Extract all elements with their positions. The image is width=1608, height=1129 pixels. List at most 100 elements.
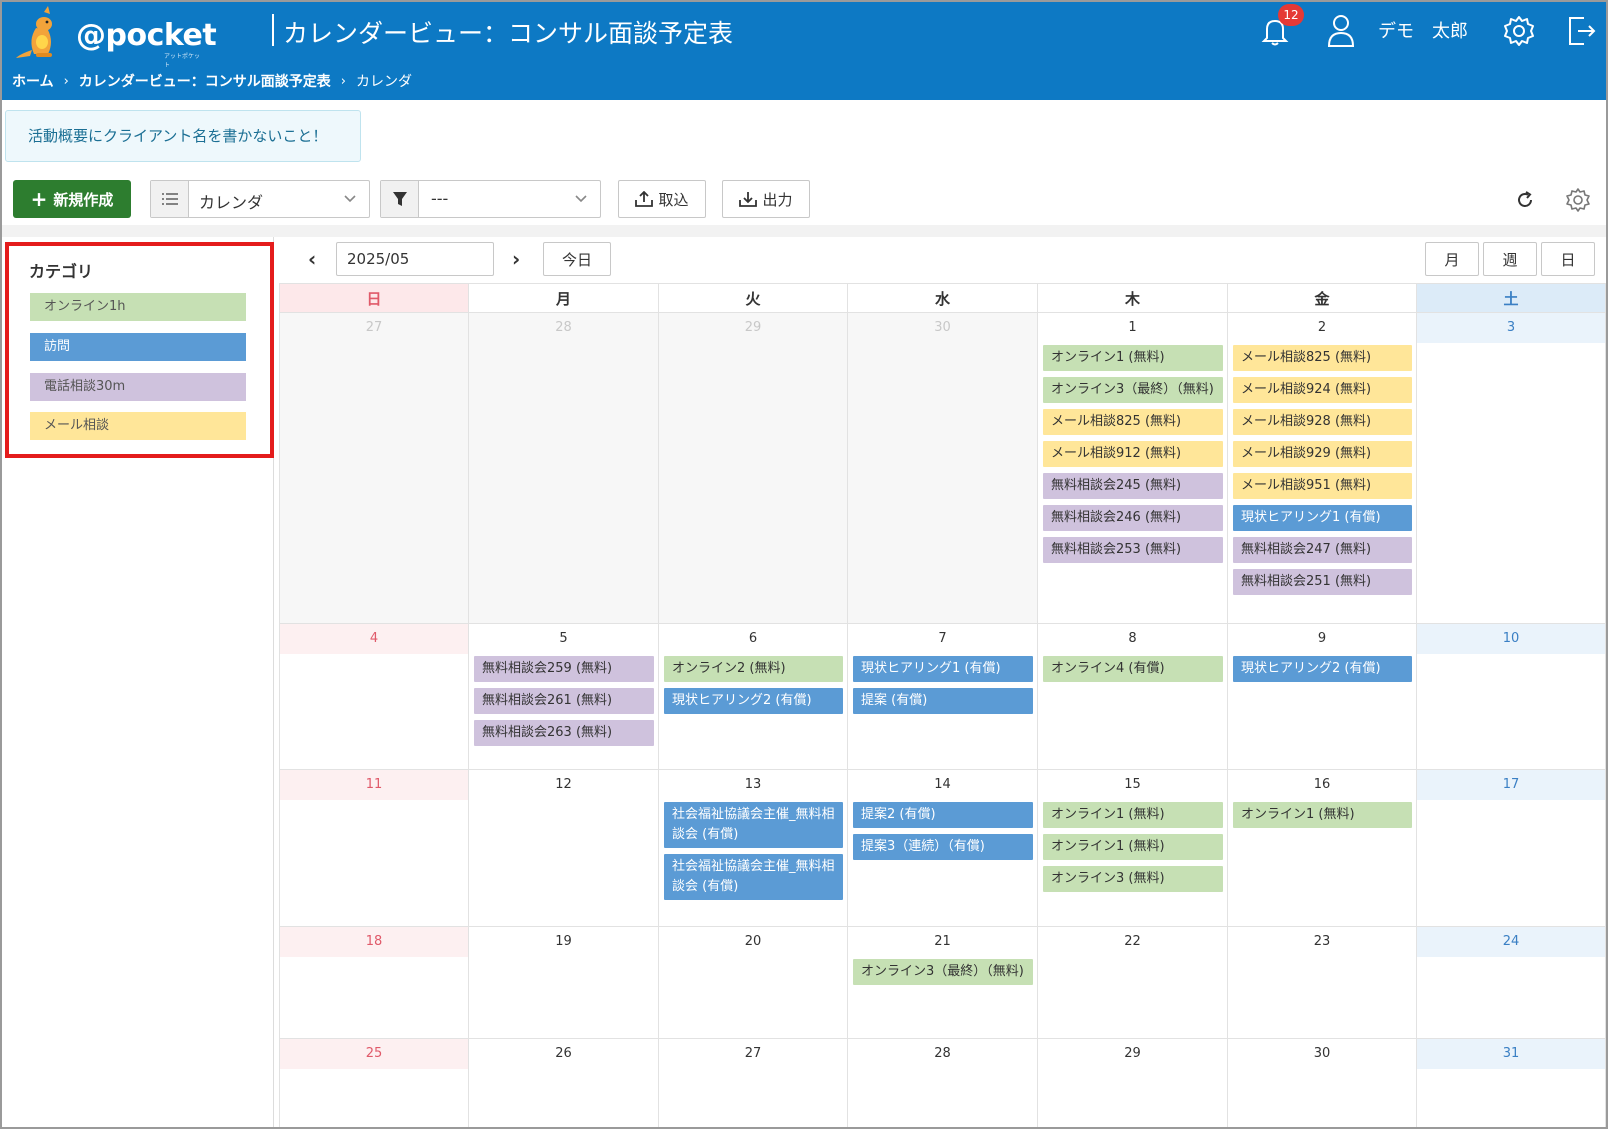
day-cell[interactable]: 1 オンライン1 (無料) オンライン3（最終）（無料) メール相談825 (無料) メ…: [1038, 313, 1228, 624]
calendar-event[interactable]: オンライン3（最終）（無料): [853, 959, 1033, 985]
category-visit[interactable]: 訪問: [30, 333, 246, 361]
calendar-event[interactable]: オンライン1 (無料): [1043, 345, 1223, 371]
calendar-event[interactable]: メール相談825 (無料): [1233, 345, 1412, 371]
day-cell[interactable]: 17: [1417, 770, 1606, 927]
calendar-event[interactable]: 無料相談会263 (無料): [474, 720, 654, 746]
filter-select[interactable]: ---: [380, 180, 601, 218]
calendar-event[interactable]: 現状ヒアリング1 (有償): [1233, 505, 1412, 531]
day-cell[interactable]: 18: [279, 927, 469, 1039]
month-view-button[interactable]: 月: [1425, 242, 1479, 276]
day-number: 28: [555, 320, 572, 335]
calendar-event[interactable]: 現状ヒアリング2 (有償): [1233, 656, 1412, 682]
calendar-event[interactable]: メール相談924 (無料): [1233, 377, 1412, 403]
calendar-event[interactable]: 現状ヒアリング1 (有償): [853, 656, 1033, 682]
category-phone-30m[interactable]: 電話相談30m: [30, 373, 246, 401]
day-cell[interactable]: 30: [1228, 1039, 1417, 1127]
calendar-event[interactable]: オンライン1 (無料): [1043, 802, 1223, 828]
calendar-event[interactable]: メール相談928 (無料): [1233, 409, 1412, 435]
today-button[interactable]: 今日: [543, 242, 611, 276]
next-month-icon[interactable]: ›: [512, 247, 520, 271]
day-cell[interactable]: 5 無料相談会259 (無料) 無料相談会261 (無料) 無料相談会263 (無料): [469, 624, 659, 770]
day-cell[interactable]: 27: [279, 313, 469, 624]
day-number: 3: [1417, 313, 1605, 343]
day-cell[interactable]: 3: [1417, 313, 1606, 624]
day-cell[interactable]: 27: [659, 1039, 848, 1127]
day-cell[interactable]: 28: [848, 1039, 1038, 1127]
day-cell[interactable]: 2 メール相談825 (無料) メール相談924 (無料) メール相談928 (無料)…: [1228, 313, 1417, 624]
calendar-event[interactable]: 社会福祉協議会主催_無料相談会 (有償): [664, 802, 843, 848]
day-cell[interactable]: 16 オンライン1 (無料): [1228, 770, 1417, 927]
month-input[interactable]: 2025/05: [336, 242, 494, 276]
calendar-event[interactable]: メール相談929 (無料): [1233, 441, 1412, 467]
logout-icon[interactable]: [1564, 14, 1598, 48]
day-cell[interactable]: 9 現状ヒアリング2 (有償): [1228, 624, 1417, 770]
calendar-event[interactable]: オンライン1 (無料): [1233, 802, 1412, 828]
day-cell[interactable]: 23: [1228, 927, 1417, 1039]
day-view-button[interactable]: 日: [1541, 242, 1595, 276]
day-cell[interactable]: 10: [1417, 624, 1606, 770]
day-number: 29: [1124, 1046, 1141, 1061]
day-cell[interactable]: 28: [469, 313, 659, 624]
calendar-event[interactable]: 無料相談会253 (無料): [1043, 537, 1223, 563]
day-cell[interactable]: 14 提案2 (有償) 提案3（連続）（有償): [848, 770, 1038, 927]
day-number: 26: [555, 1046, 572, 1061]
calendar-event[interactable]: メール相談825 (無料): [1043, 409, 1223, 435]
category-mail[interactable]: メール相談: [30, 412, 246, 440]
day-cell[interactable]: 24: [1417, 927, 1606, 1039]
day-number: 19: [555, 934, 572, 949]
view-select-value: カレンダ: [199, 193, 264, 212]
calendar-event[interactable]: メール相談912 (無料): [1043, 441, 1223, 467]
week-view-button[interactable]: 週: [1483, 242, 1537, 276]
prev-month-icon[interactable]: ‹: [308, 247, 316, 271]
day-cell[interactable]: 30: [848, 313, 1038, 624]
import-button[interactable]: 取込: [618, 180, 706, 218]
notice-banner: 活動概要にクライアント名を書かないこと！: [5, 110, 361, 162]
day-cell[interactable]: 29: [659, 313, 848, 624]
calendar-event[interactable]: 無料相談会261 (無料): [474, 688, 654, 714]
calendar-event[interactable]: 現状ヒアリング2 (有償): [664, 688, 843, 714]
day-cell[interactable]: 4: [279, 624, 469, 770]
day-cell[interactable]: 12: [469, 770, 659, 927]
calendar-event[interactable]: 無料相談会246 (無料): [1043, 505, 1223, 531]
day-cell[interactable]: 11: [279, 770, 469, 927]
day-cell[interactable]: 19: [469, 927, 659, 1039]
calendar-event[interactable]: オンライン1 (無料): [1043, 834, 1223, 860]
day-cell[interactable]: 20: [659, 927, 848, 1039]
breadcrumb-calendar-view[interactable]: カレンダービュー：コンサル面談予定表: [79, 71, 331, 91]
calendar-event[interactable]: オンライン3 (無料): [1043, 866, 1223, 892]
view-select[interactable]: カレンダ: [150, 180, 370, 218]
day-cell[interactable]: 21 オンライン3（最終）（無料): [848, 927, 1038, 1039]
export-button[interactable]: 出力: [722, 180, 810, 218]
calendar-event[interactable]: メール相談951 (無料): [1233, 473, 1412, 499]
day-cell[interactable]: 26: [469, 1039, 659, 1127]
category-online-1h[interactable]: オンライン1h: [30, 293, 246, 321]
breadcrumb-home[interactable]: ホーム: [12, 71, 54, 91]
calendar-event[interactable]: 無料相談会247 (無料): [1233, 537, 1412, 563]
settings-gear-icon[interactable]: [1565, 187, 1591, 213]
day-cell[interactable]: 15 オンライン1 (無料) オンライン1 (無料) オンライン3 (無料): [1038, 770, 1228, 927]
app-logo[interactable]: @pocket アットポケット: [14, 6, 217, 69]
calendar-event[interactable]: 無料相談会251 (無料): [1233, 569, 1412, 595]
day-cell[interactable]: 13 社会福祉協議会主催_無料相談会 (有償) 社会福祉協議会主催_無料相談会 (有…: [659, 770, 848, 927]
calendar-event[interactable]: 提案3（連続）（有償): [853, 834, 1033, 860]
day-cell[interactable]: 29: [1038, 1039, 1228, 1127]
calendar-event[interactable]: オンライン2 (無料): [664, 656, 843, 682]
calendar-event[interactable]: 提案2 (有償): [853, 802, 1033, 828]
calendar-event[interactable]: 社会福祉協議会主催_無料相談会 (有償): [664, 854, 843, 900]
calendar-event[interactable]: 無料相談会245 (無料): [1043, 473, 1223, 499]
new-button[interactable]: + 新規作成: [13, 180, 131, 218]
calendar-event[interactable]: オンライン3（最終）（無料): [1043, 377, 1223, 403]
user-icon[interactable]: [1326, 12, 1356, 48]
gear-icon[interactable]: [1502, 14, 1536, 48]
day-cell[interactable]: 31: [1417, 1039, 1606, 1127]
calendar-event[interactable]: 無料相談会259 (無料): [474, 656, 654, 682]
day-cell[interactable]: 7 現状ヒアリング1 (有償) 提案 (有償): [848, 624, 1038, 770]
calendar-event[interactable]: 提案 (有償): [853, 688, 1033, 714]
refresh-icon[interactable]: [1514, 189, 1536, 211]
day-cell[interactable]: 22: [1038, 927, 1228, 1039]
calendar-event[interactable]: オンライン4 (有償): [1043, 656, 1223, 682]
user-name[interactable]: デモ 太郎: [1378, 17, 1468, 43]
day-cell[interactable]: 8 オンライン4 (有償): [1038, 624, 1228, 770]
day-cell[interactable]: 25: [279, 1039, 469, 1127]
day-cell[interactable]: 6 オンライン2 (無料) 現状ヒアリング2 (有償): [659, 624, 848, 770]
